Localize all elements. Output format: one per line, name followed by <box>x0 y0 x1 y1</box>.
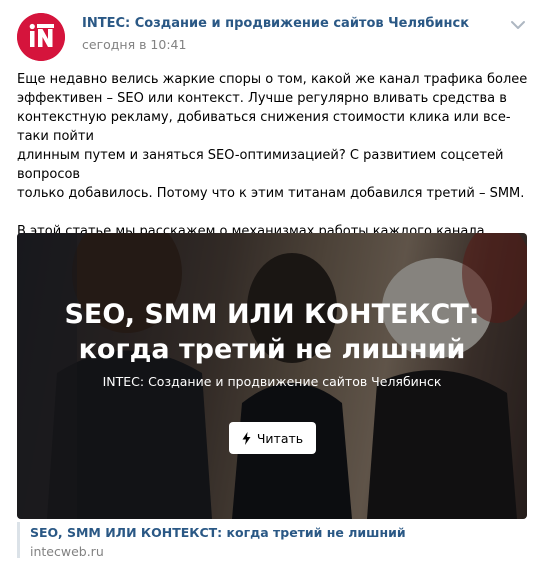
read-button-label: Читать <box>256 430 304 446</box>
card-source: INTEC: Создание и продвижение сайтов Чел… <box>102 374 442 389</box>
bolt-icon <box>242 431 251 445</box>
post-time[interactable]: сегодня в 10:41 <box>82 37 186 52</box>
article-card[interactable]: SEO, SMM ИЛИ КОНТЕКСТ: когда третий не л… <box>17 233 527 519</box>
post-author[interactable]: INTEC: Создание и продвижение сайтов Чел… <box>82 16 469 31</box>
post-paragraph: Еще недавно велись жаркие споры о том, к… <box>17 72 528 201</box>
wall-post: INTEC: Создание и продвижение сайтов Чел… <box>0 0 546 561</box>
snippet-title-link[interactable]: SEO, SMM ИЛИ КОНТЕКСТ: когда третий не л… <box>30 525 406 540</box>
community-avatar[interactable] <box>17 13 65 61</box>
read-button[interactable]: Читать <box>229 422 316 454</box>
intec-logo <box>17 13 65 61</box>
card-title[interactable]: SEO, SMM ИЛИ КОНТЕКСТ: когда третий не л… <box>17 297 527 367</box>
snippet-domain[interactable]: intecweb.ru <box>30 544 104 559</box>
chevron-down-icon[interactable] <box>508 18 528 32</box>
snippet-divider <box>17 522 20 558</box>
